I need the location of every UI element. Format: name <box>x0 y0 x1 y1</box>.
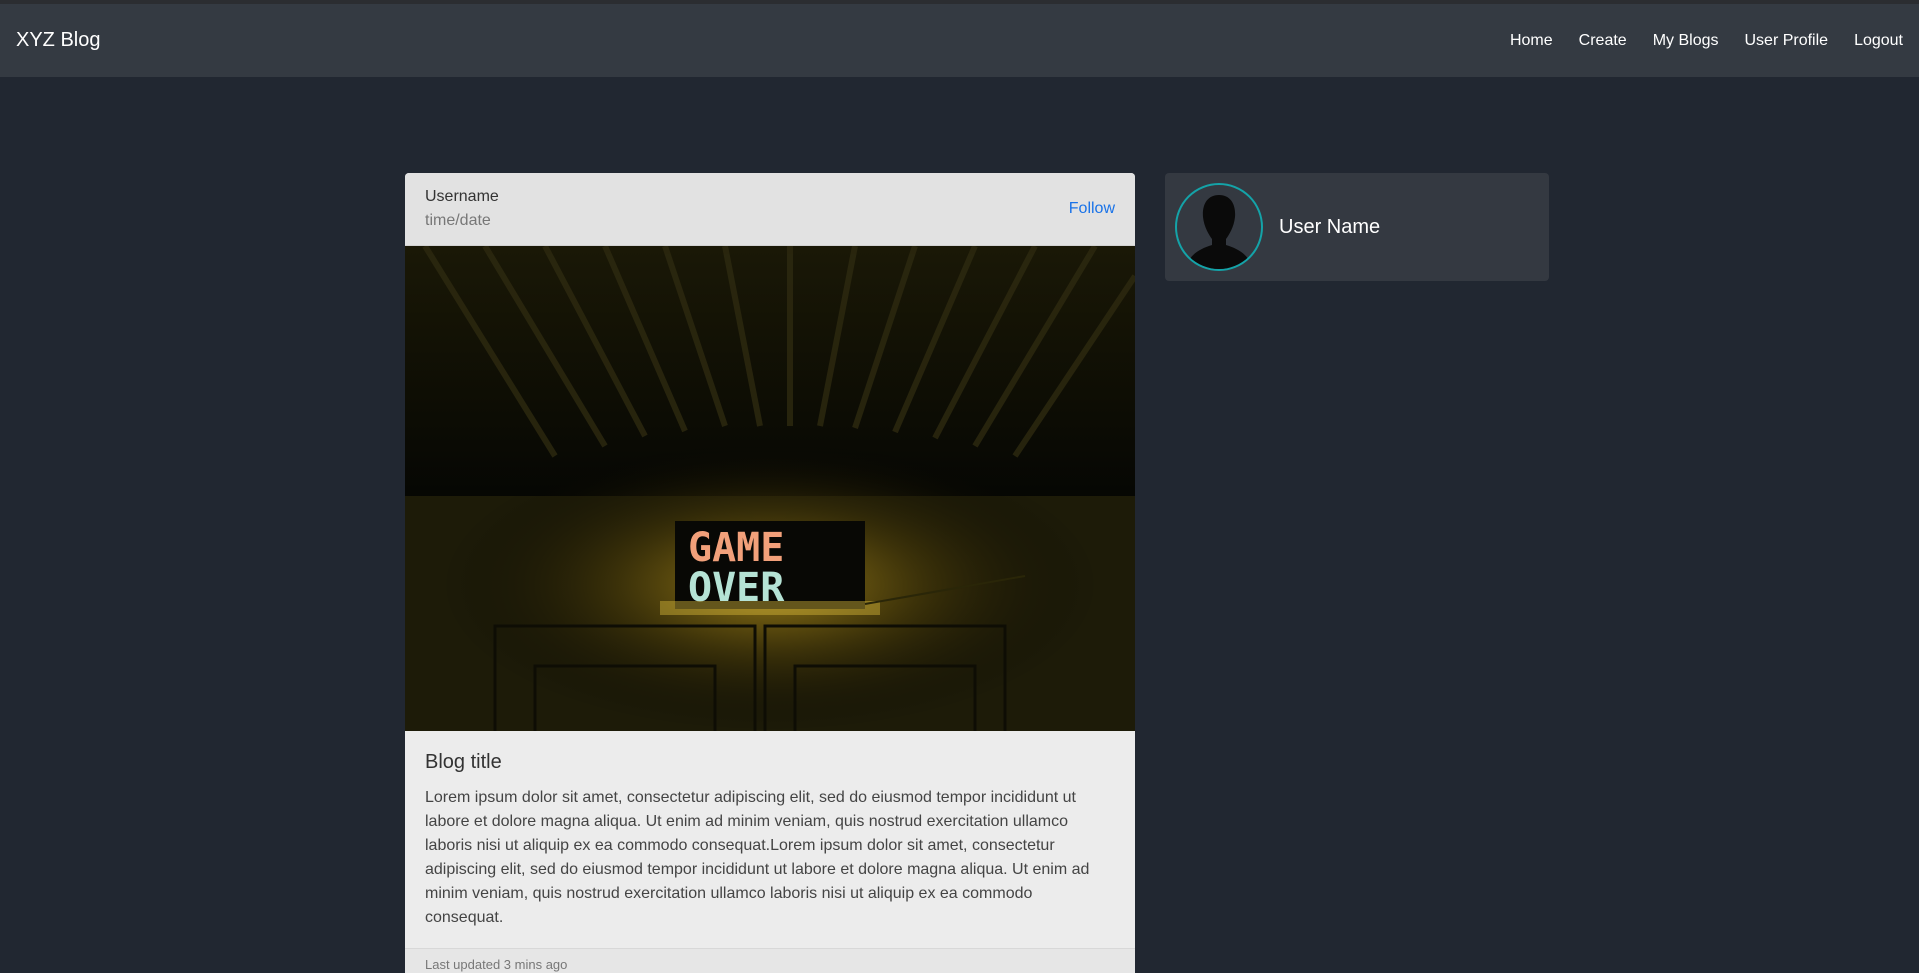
post-body: Blog title Lorem ipsum dolor sit amet, c… <box>405 731 1135 930</box>
avatar[interactable] <box>1175 183 1263 271</box>
profile-card[interactable]: User Name <box>1165 173 1549 281</box>
follow-button[interactable]: Follow <box>1069 200 1115 218</box>
nav-my-blogs[interactable]: My Blogs <box>1653 32 1719 50</box>
post-author-name[interactable]: Username <box>425 185 499 209</box>
profile-name[interactable]: User Name <box>1279 216 1380 239</box>
blog-post-card: Username time/date Follow GAME OVER Blog… <box>405 173 1135 973</box>
nav-home[interactable]: Home <box>1510 32 1553 50</box>
post-timestamp: time/date <box>425 212 491 229</box>
nav-logout[interactable]: Logout <box>1854 32 1903 50</box>
navbar: XYZ Blog Home Create My Blogs User Profi… <box>0 4 1919 77</box>
nav-create[interactable]: Create <box>1579 32 1627 50</box>
post-text: Lorem ipsum dolor sit amet, consectetur … <box>425 789 1090 926</box>
post-footer: Last updated 3 mins ago <box>405 948 1135 973</box>
post-image[interactable]: GAME OVER <box>405 246 1135 731</box>
post-header: Username time/date Follow <box>405 173 1135 246</box>
post-author-block: Username time/date <box>425 185 499 233</box>
user-silhouette-icon <box>1185 195 1253 269</box>
nav-links: Home Create My Blogs User Profile Logout <box>1484 32 1903 50</box>
brand-link[interactable]: XYZ Blog <box>16 29 100 52</box>
post-title[interactable]: Blog title <box>425 751 1115 774</box>
nav-user-profile[interactable]: User Profile <box>1744 32 1828 50</box>
